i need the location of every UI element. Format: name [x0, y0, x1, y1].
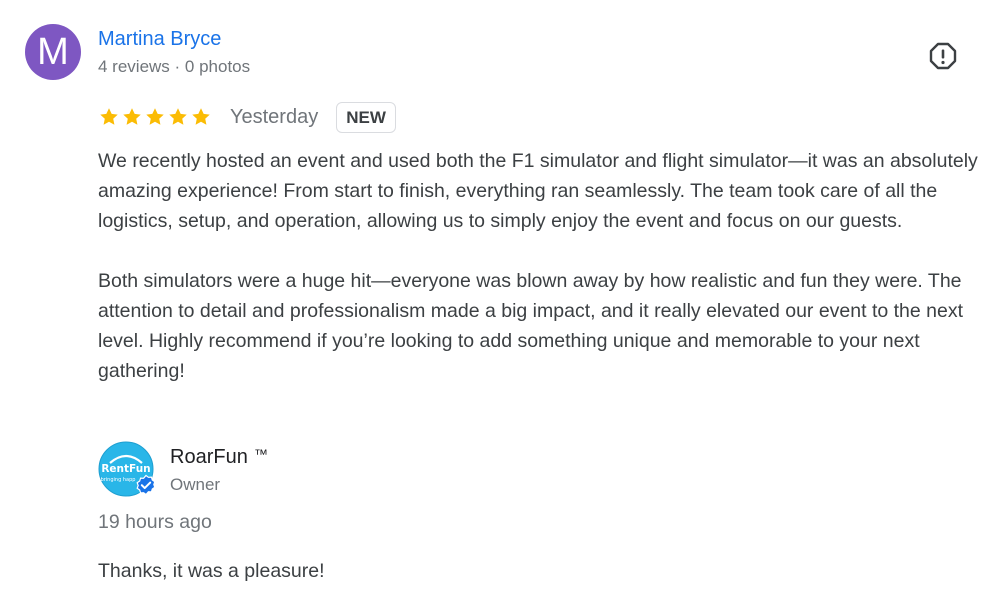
star-icon — [100, 108, 118, 125]
owner-name: RoarFun ™ — [170, 446, 268, 469]
review-text: We recently hosted an event and used bot… — [98, 146, 988, 386]
report-review-button[interactable] — [927, 40, 959, 72]
avatar-letter: M — [37, 31, 69, 73]
rating-row: Yesterday NEW — [98, 99, 396, 135]
star-icon — [146, 108, 164, 125]
verified-check-icon — [136, 474, 156, 496]
new-badge: NEW — [336, 101, 396, 133]
review-paragraph: We recently hosted an event and used bot… — [98, 150, 978, 232]
owner-name-text: RoarFun — [170, 446, 248, 468]
owner-logo-subtext: bringing happ — [101, 477, 136, 483]
star-rating — [98, 106, 212, 128]
reviewer-avatar[interactable]: M — [25, 24, 81, 80]
star-icon — [169, 108, 187, 125]
star-icon — [192, 108, 210, 125]
owner-role: Owner — [170, 475, 221, 494]
star-icon — [123, 108, 141, 125]
report-flag-icon — [929, 42, 957, 70]
reviewer-name-link[interactable]: Martina Bryce — [98, 28, 221, 51]
review-date: Yesterday — [230, 105, 319, 128]
reply-text: Thanks, it was a pleasure! — [98, 560, 325, 582]
reply-time: 19 hours ago — [98, 511, 212, 533]
review-paragraph: Both simulators were a huge hit—everyone… — [98, 270, 964, 382]
trademark-symbol: ™ — [253, 446, 268, 462]
reviewer-meta: 4 reviews · 0 photos — [98, 57, 251, 76]
